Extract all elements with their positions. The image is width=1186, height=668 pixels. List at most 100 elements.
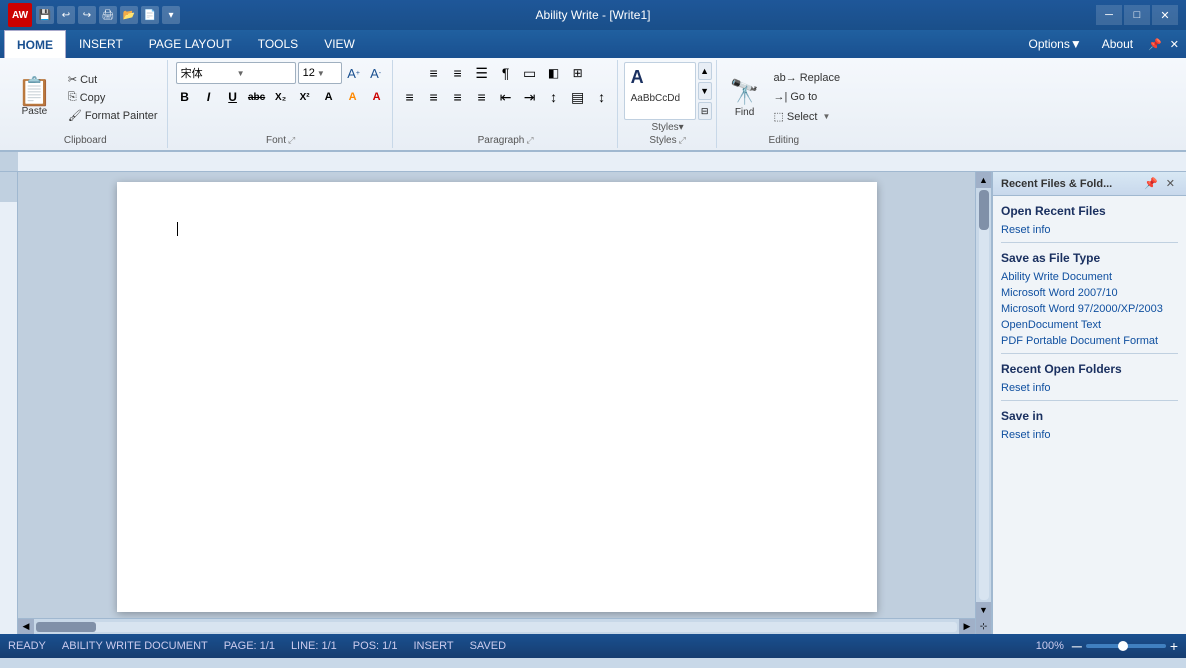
columns-button[interactable]: ▤	[567, 86, 589, 108]
styles-up-button[interactable]: ▲	[698, 62, 712, 80]
subscript-button[interactable]: X₂	[270, 86, 292, 108]
zoom-in-button[interactable]: +	[1170, 638, 1178, 654]
scroll-left-button[interactable]: ◀	[18, 619, 34, 635]
scroll-up-button[interactable]: ▲	[976, 172, 992, 188]
font-grow-button[interactable]: A+	[344, 63, 364, 83]
v-scroll-thumb[interactable]	[979, 190, 989, 230]
qa-customize[interactable]: ▾	[162, 6, 180, 24]
horizontal-scrollbar[interactable]: ◀ ▶	[18, 618, 975, 634]
paragraph-expand-icon[interactable]: ⤢	[526, 135, 533, 146]
bullets-button[interactable]: ≡	[423, 62, 445, 84]
align-right-button[interactable]: ≡	[447, 86, 469, 108]
qa-new[interactable]: 📄	[141, 6, 159, 24]
status-bar: READY ABILITY WRITE DOCUMENT PAGE: 1/1 L…	[0, 634, 1186, 658]
strikethrough-button[interactable]: abc	[246, 86, 268, 108]
menu-home[interactable]: HOME	[4, 30, 66, 58]
font-shrink-button[interactable]: A-	[366, 63, 386, 83]
zoom-slider[interactable]	[1086, 644, 1166, 648]
font-size-selector[interactable]: 12 ▼	[298, 62, 342, 84]
font-name-selector[interactable]: 宋体 ▼	[176, 62, 296, 84]
options-button[interactable]: Options▼	[1020, 37, 1089, 51]
align-left-button[interactable]: ≡	[399, 86, 421, 108]
panel-close[interactable]: ✕	[1167, 38, 1182, 51]
save-as-option-4[interactable]: PDF Portable Document Format	[1001, 335, 1178, 347]
cut-button[interactable]: ✂ Cut	[63, 71, 163, 88]
styles-down-button[interactable]: ▼	[698, 82, 712, 100]
menu-tools[interactable]: TOOLS	[245, 30, 311, 58]
qa-save[interactable]: 💾	[36, 6, 54, 24]
align-center-button[interactable]: ≡	[423, 86, 445, 108]
open-recent-reset[interactable]: Reset info	[1001, 224, 1178, 236]
styles-expand-icon[interactable]: ⤢	[679, 135, 686, 146]
find-button[interactable]: 🔭 Find	[723, 73, 767, 123]
justify-button[interactable]: ≡	[471, 86, 493, 108]
scroll-resize-corner[interactable]: ⊹	[976, 618, 992, 634]
panel-pin-button[interactable]: 📌	[1141, 176, 1161, 191]
scroll-right-button[interactable]: ▶	[959, 619, 975, 635]
recent-folders-reset[interactable]: Reset info	[1001, 382, 1178, 394]
save-as-option-0[interactable]: Ability Write Document	[1001, 271, 1178, 283]
replace-icon: ab→	[773, 72, 796, 84]
paragraph-label: Paragraph ⤢	[399, 133, 613, 146]
vertical-scrollbar[interactable]: ▲ ▼ ⊹	[975, 172, 991, 634]
qa-open[interactable]: 📂	[120, 6, 138, 24]
border-button[interactable]: ⊞	[567, 62, 589, 84]
line-spacing-button[interactable]: ↕	[543, 86, 565, 108]
decrease-indent-button[interactable]: ⇤	[495, 86, 517, 108]
minimize-button[interactable]: ─	[1096, 5, 1122, 25]
h-scroll-thumb[interactable]	[36, 622, 96, 632]
save-in-title: Save in	[1001, 409, 1178, 423]
italic-button[interactable]: I	[198, 86, 220, 108]
font-color-button[interactable]: A	[366, 86, 388, 108]
about-button[interactable]: About	[1094, 37, 1141, 51]
title-bar-left: AW 💾 ↩ ↪ 🖨 📂 📄 ▾	[8, 3, 180, 27]
paragraph-group: ≡ ≡ ☰ ¶ ▭ ◧ ⊞ ≡ ≡ ≡ ≡ ⇤ ⇥ ↕ ▤ ↕ Paragrap…	[395, 60, 618, 148]
save-as-option-2[interactable]: Microsoft Word 97/2000/XP/2003	[1001, 303, 1178, 315]
text-effects-button[interactable]: A	[318, 86, 340, 108]
qa-undo[interactable]: ↩	[57, 6, 75, 24]
maximize-button[interactable]: □	[1124, 5, 1150, 25]
save-in-reset[interactable]: Reset info	[1001, 429, 1178, 441]
paste-button[interactable]: 📋 Paste	[8, 73, 61, 122]
bold-button[interactable]: B	[174, 86, 196, 108]
underline-button[interactable]: U	[222, 86, 244, 108]
window-controls: ─ □ ✕	[1096, 5, 1178, 25]
superscript-button[interactable]: X²	[294, 86, 316, 108]
ruler-container: // Will be rendered via inline approach	[0, 152, 1186, 172]
document-scroll[interactable]	[18, 172, 975, 618]
save-as-option-1[interactable]: Microsoft Word 2007/10	[1001, 287, 1178, 299]
styles-arrows: ▲ ▼ ⊟	[698, 62, 712, 120]
menu-insert[interactable]: INSERT	[66, 30, 136, 58]
qa-print[interactable]: 🖨	[99, 6, 117, 24]
sort-button[interactable]: ↕	[591, 86, 613, 108]
format-painter-button[interactable]: 🖌 Format Painter	[63, 107, 163, 124]
qa-redo[interactable]: ↪	[78, 6, 96, 24]
scroll-down-button[interactable]: ▼	[976, 602, 992, 618]
close-button[interactable]: ✕	[1152, 5, 1178, 25]
styles-preview-box[interactable]: A AaBbCcDd	[624, 62, 696, 120]
panel-pin[interactable]: 📌	[1145, 38, 1165, 51]
menu-view[interactable]: VIEW	[311, 30, 368, 58]
save-as-option-3[interactable]: OpenDocument Text	[1001, 319, 1178, 331]
select-arrow: ▼	[822, 112, 830, 121]
font-size-arrow: ▼	[317, 69, 325, 78]
multi-level-list-button[interactable]: ☰	[471, 62, 493, 84]
menu-page-layout[interactable]: PAGE LAYOUT	[136, 30, 245, 58]
goto-button[interactable]: →| Go to	[768, 88, 845, 106]
replace-button[interactable]: ab→ Replace	[768, 69, 845, 87]
panel-close-button[interactable]: ✕	[1163, 176, 1178, 191]
document-page[interactable]	[117, 182, 877, 612]
styles-preview-heading: A	[625, 63, 695, 93]
text-frame-button[interactable]: ▭	[519, 62, 541, 84]
zoom-out-button[interactable]: ─	[1072, 638, 1082, 654]
zoom-thumb[interactable]	[1118, 641, 1128, 651]
increase-indent-button[interactable]: ⇥	[519, 86, 541, 108]
styles-expand-button[interactable]: ⊟	[698, 102, 712, 120]
select-button[interactable]: ⬚ Select ▼	[768, 107, 845, 126]
show-formatting-button[interactable]: ¶	[495, 62, 517, 84]
numbering-button[interactable]: ≡	[447, 62, 469, 84]
shading-button[interactable]: ◧	[543, 62, 565, 84]
font-expand-icon[interactable]: ⤢	[288, 135, 295, 146]
copy-button[interactable]: ⎘ Copy	[63, 89, 163, 106]
highlight-button[interactable]: A	[342, 86, 364, 108]
